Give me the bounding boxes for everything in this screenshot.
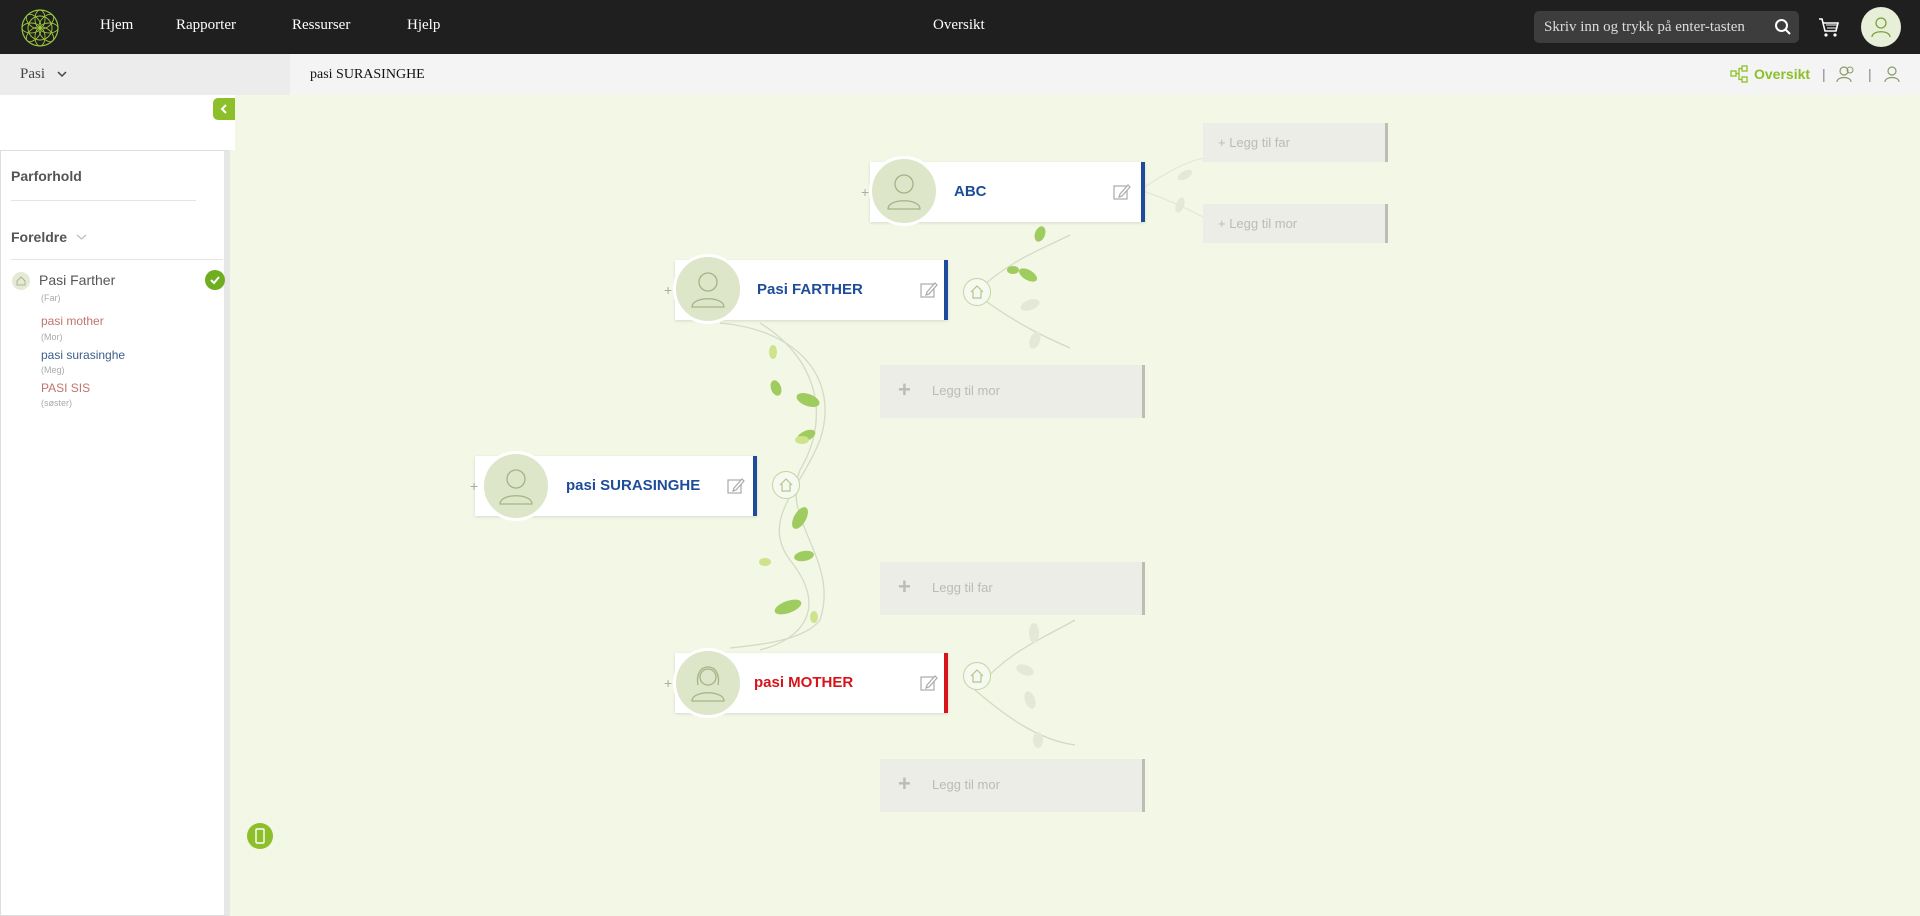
divider xyxy=(11,200,196,201)
expand-icon[interactable]: + xyxy=(861,184,869,200)
sidebar-parent-relation: (Far) xyxy=(41,293,61,303)
female-silhouette-icon xyxy=(691,666,725,702)
add-great-father-button[interactable]: + Legg til far xyxy=(1203,123,1388,162)
add-great-mother-button[interactable]: + Legg til mor xyxy=(1203,204,1388,243)
male-silhouette-icon xyxy=(887,174,921,210)
edit-icon[interactable] xyxy=(1113,183,1131,201)
person-name[interactable]: ABC xyxy=(954,183,987,200)
edit-icon[interactable] xyxy=(920,281,938,299)
search-box xyxy=(1534,11,1799,43)
person-avatar[interactable] xyxy=(673,254,743,324)
mobile-view-button[interactable] xyxy=(247,823,273,849)
header-separator: | xyxy=(1822,66,1826,82)
check-icon xyxy=(205,270,225,290)
add-label: + Legg til mor xyxy=(1218,216,1298,231)
plus-icon: + xyxy=(898,574,911,599)
relations-sidebar: Parforhold Foreldre Pasi Farther (Far) p… xyxy=(0,150,230,916)
sidebar-child-name[interactable]: pasi mother xyxy=(41,314,104,328)
page-header: pasi SURASINGHE Oversikt | | xyxy=(290,54,1920,95)
add-label: Legg til mor xyxy=(932,777,1000,792)
tree-selector[interactable]: Pasi xyxy=(20,66,45,83)
chevron-down-icon[interactable] xyxy=(76,233,87,241)
person-avatar[interactable] xyxy=(869,156,939,226)
search-input[interactable] xyxy=(1534,11,1766,43)
chevron-left-icon xyxy=(220,104,227,114)
gender-bar xyxy=(944,260,948,320)
person-avatar[interactable] xyxy=(673,648,743,718)
gender-bar xyxy=(1141,162,1145,222)
collapse-sidebar-button[interactable] xyxy=(213,98,235,120)
add-label: Legg til mor xyxy=(932,383,1000,398)
household-icon[interactable] xyxy=(963,278,991,306)
person-name[interactable]: Pasi FARTHER xyxy=(757,281,863,298)
sidebar-child-relation: (Meg) xyxy=(41,365,65,375)
search-icon[interactable] xyxy=(1774,18,1792,36)
chevron-down-icon[interactable] xyxy=(56,69,68,79)
add-label: Legg til far xyxy=(932,580,993,595)
top-navigation-bar: Hjem Rapporter Ressurser Hjelp Oversikt xyxy=(0,0,1920,54)
male-silhouette-icon xyxy=(499,469,533,505)
user-avatar[interactable] xyxy=(1861,7,1901,47)
sidebar-child-relation: (Mor) xyxy=(41,332,63,342)
family-view-icon[interactable] xyxy=(1836,64,1856,84)
expand-icon[interactable]: + xyxy=(664,675,672,691)
nav-hjem[interactable]: Hjem xyxy=(100,17,133,34)
sidebar-child-name[interactable]: pasi surasinghe xyxy=(41,348,125,362)
gender-bar xyxy=(944,653,948,713)
top-center-title: Oversikt xyxy=(933,17,985,33)
add-grandmother-button[interactable]: + Legg til mor xyxy=(880,365,1145,418)
divider xyxy=(11,259,223,260)
sidebar-parent-name[interactable]: Pasi Farther xyxy=(39,272,115,288)
oversikt-label: Oversikt xyxy=(1754,66,1811,82)
plus-icon: + xyxy=(898,377,911,402)
nav-hjelp[interactable]: Hjelp xyxy=(407,17,440,34)
add-grandmother-button[interactable]: + Legg til mor xyxy=(880,759,1145,812)
person-name[interactable]: pasi MOTHER xyxy=(754,674,853,691)
header-separator: | xyxy=(1868,66,1872,82)
tree-selector-bar: Pasi xyxy=(0,54,290,95)
plus-icon: + xyxy=(898,771,911,796)
user-icon xyxy=(1871,17,1891,38)
cart-icon[interactable] xyxy=(1817,15,1841,39)
household-icon[interactable] xyxy=(963,662,991,690)
tree-view-icon xyxy=(1730,65,1748,83)
household-icon[interactable] xyxy=(772,471,800,499)
sidebar-title: Parforhold xyxy=(11,168,82,184)
edit-icon[interactable] xyxy=(727,477,745,495)
person-view-icon[interactable] xyxy=(1882,64,1902,84)
sidebar-child-relation: (søster) xyxy=(41,398,72,408)
gender-bar xyxy=(753,456,757,516)
page-title: pasi SURASINGHE xyxy=(310,67,425,82)
male-silhouette-icon xyxy=(691,272,725,308)
oversikt-view-link[interactable]: Oversikt xyxy=(1730,65,1810,83)
phone-icon xyxy=(255,828,265,844)
person-avatar[interactable] xyxy=(481,451,551,521)
sidebar-header xyxy=(0,95,235,150)
home-icon xyxy=(12,272,30,290)
person-name[interactable]: pasi SURASINGHE xyxy=(566,477,700,494)
sidebar-child-name[interactable]: PASI SIS xyxy=(41,381,90,395)
logo-icon[interactable] xyxy=(20,8,60,48)
add-label: + Legg til far xyxy=(1218,135,1290,150)
edit-icon[interactable] xyxy=(920,674,938,692)
foreldre-toggle[interactable]: Foreldre xyxy=(11,229,67,245)
expand-icon[interactable]: + xyxy=(470,478,478,494)
nav-rapporter[interactable]: Rapporter xyxy=(176,17,236,34)
nav-ressurser[interactable]: Ressurser xyxy=(292,17,350,34)
add-grandfather-button[interactable]: + Legg til far xyxy=(880,562,1145,615)
expand-icon[interactable]: + xyxy=(664,282,672,298)
